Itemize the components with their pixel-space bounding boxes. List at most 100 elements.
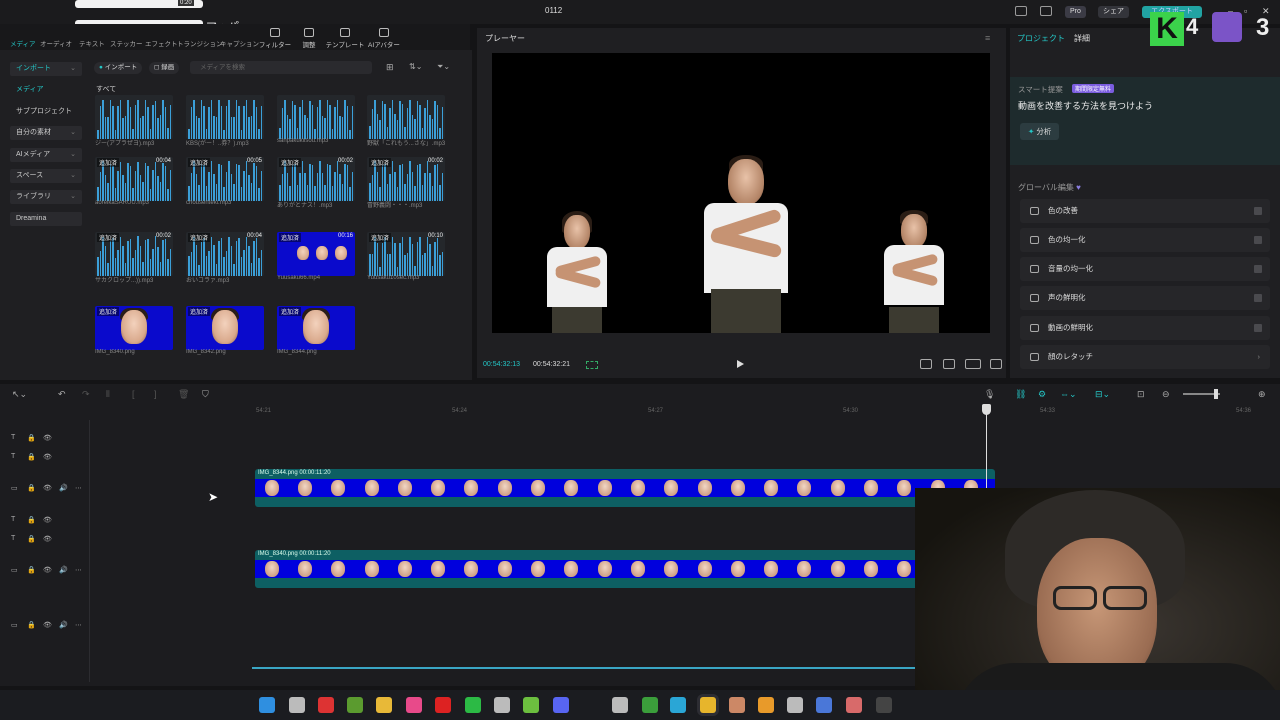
caption-icon[interactable]: ⊡ bbox=[1137, 389, 1145, 400]
nav-caption[interactable]: キャプション bbox=[220, 38, 259, 48]
lock-icon[interactable]: 🔒 bbox=[27, 516, 36, 524]
toggle[interactable] bbox=[1254, 207, 1262, 215]
chrome-alt-icon[interactable] bbox=[318, 697, 334, 713]
media-thumbnail[interactable]: 追加済 00:04 bbox=[186, 232, 264, 276]
track-type-icon[interactable]: ▭ bbox=[11, 566, 18, 574]
playhead-handle[interactable] bbox=[982, 404, 991, 415]
tab-detail[interactable]: 詳細 bbox=[1074, 33, 1090, 44]
option-volume-uniform[interactable]: 音量の均一化 bbox=[1020, 257, 1270, 281]
track-type-icon[interactable]: T bbox=[11, 434, 15, 441]
nav-media[interactable]: メディア bbox=[10, 38, 36, 48]
option-color-uniform[interactable]: 色の均一化 bbox=[1020, 228, 1270, 252]
media-thumbnail[interactable]: 追加済 00:10 bbox=[367, 232, 445, 276]
audio-icon[interactable]: 🔊 bbox=[59, 484, 68, 492]
sidebar-item-subproject[interactable]: サブプロジェクト bbox=[10, 105, 82, 119]
taskview-icon[interactable] bbox=[289, 697, 305, 713]
photo-icon[interactable] bbox=[846, 697, 862, 713]
snap-icon[interactable]: ⇔⌄ bbox=[1060, 389, 1077, 400]
audio-icon[interactable]: 🔊 bbox=[59, 621, 68, 629]
nvidia-icon[interactable] bbox=[347, 697, 363, 713]
more-icon[interactable]: ⋯ bbox=[75, 566, 82, 574]
sidebar-item-library[interactable]: ライブラリ ⌄ bbox=[10, 190, 82, 204]
lock-icon[interactable]: 🔒 bbox=[27, 566, 36, 574]
play-button[interactable] bbox=[737, 360, 744, 368]
grid-view-icon[interactable]: ⊞ bbox=[386, 62, 394, 73]
sidebar-item-import[interactable]: インポート ⌄ bbox=[10, 62, 82, 76]
trim-left-icon[interactable]: [ bbox=[132, 389, 135, 399]
track-type-icon[interactable]: ▭ bbox=[11, 621, 18, 629]
nav-text[interactable]: テキスト bbox=[79, 38, 105, 48]
chess-icon[interactable] bbox=[612, 697, 628, 713]
preview-axis-icon[interactable]: ⊟⌄ bbox=[1095, 389, 1110, 400]
analyze-button[interactable]: ✦ 分析 bbox=[1020, 123, 1060, 140]
media-thumbnail[interactable]: 追加済 bbox=[277, 306, 355, 350]
track-type-icon[interactable]: T bbox=[11, 535, 15, 542]
shield-icon[interactable]: ⛉ bbox=[202, 389, 209, 400]
image-clip-top[interactable]: IMG_8344.png 00:00:11:20 bbox=[255, 469, 995, 507]
layout-icon[interactable] bbox=[1015, 6, 1027, 16]
discord-icon[interactable] bbox=[553, 697, 569, 713]
filter-dropdown-icon[interactable]: ⏷⌄ bbox=[437, 62, 450, 72]
media-thumbnail[interactable]: 追加済 00:16 bbox=[277, 232, 355, 276]
sidebar-item-ai-media[interactable]: AIメディア ⌄ bbox=[10, 148, 82, 162]
media-thumbnail[interactable]: 追加済 bbox=[186, 306, 264, 350]
media-thumbnail[interactable] bbox=[95, 95, 173, 139]
pro-badge[interactable]: Pro bbox=[1065, 6, 1086, 18]
track-type-icon[interactable]: ▭ bbox=[11, 484, 18, 492]
option-voice-clarify[interactable]: 声の鮮明化 bbox=[1020, 286, 1270, 310]
line-icon[interactable] bbox=[465, 697, 481, 713]
nav-adjust[interactable]: 調整 bbox=[289, 28, 329, 49]
track-type-icon[interactable]: T bbox=[11, 516, 15, 523]
nav-effect[interactable]: エフェクト bbox=[145, 38, 178, 48]
nav-transition[interactable]: トランジション bbox=[177, 38, 223, 48]
eye-icon[interactable]: 👁 bbox=[43, 434, 52, 442]
media-thumbnail[interactable]: 追加済 00:02 bbox=[367, 157, 445, 201]
more-icon[interactable]: ⋯ bbox=[75, 621, 82, 629]
lock-icon[interactable]: 🔒 bbox=[27, 535, 36, 543]
record-chip[interactable]: ◻ 録画 bbox=[149, 62, 180, 74]
edge-icon[interactable] bbox=[670, 697, 686, 713]
timeline-grid-icon[interactable] bbox=[586, 361, 598, 369]
eye-icon[interactable]: 👁 bbox=[43, 566, 52, 574]
undo-icon[interactable]: ↶ bbox=[58, 389, 66, 400]
zoom-out-icon[interactable]: ⊖ bbox=[1162, 389, 1170, 400]
ratio-icon[interactable] bbox=[920, 359, 932, 369]
media-thumbnail[interactable]: 追加済 00:02 bbox=[277, 157, 355, 201]
media-thumbnail[interactable] bbox=[367, 95, 445, 139]
bitcoin-icon[interactable] bbox=[758, 697, 774, 713]
magnet-icon[interactable]: ⚙ bbox=[1038, 389, 1046, 400]
trim-right-icon[interactable]: ] bbox=[154, 389, 157, 399]
timeline-scrollbar[interactable] bbox=[252, 667, 952, 669]
option-video-clarify[interactable]: 動画の鮮明化 bbox=[1020, 316, 1270, 340]
eye-icon[interactable]: 👁 bbox=[43, 535, 52, 543]
media-thumbnail[interactable]: 追加済 00:02 bbox=[95, 232, 173, 276]
eye-icon[interactable]: 👁 bbox=[43, 453, 52, 461]
lock-icon[interactable]: 🔒 bbox=[27, 453, 36, 461]
toggle[interactable] bbox=[1254, 265, 1262, 273]
media-thumbnail[interactable]: 追加済 00:04 bbox=[95, 157, 173, 201]
crop-icon[interactable] bbox=[943, 359, 955, 369]
eye-icon[interactable]: 👁 bbox=[43, 516, 52, 524]
eye-icon[interactable]: 👁 bbox=[43, 484, 52, 492]
nav-sticker[interactable]: ステッカー bbox=[110, 38, 143, 48]
player-menu-icon[interactable]: ≡ bbox=[985, 33, 990, 43]
sidebar-item-my-assets[interactable]: 自分の素材 ⌄ bbox=[10, 126, 82, 140]
lock-icon[interactable]: 🔒 bbox=[27, 621, 36, 629]
bot-icon[interactable] bbox=[494, 697, 510, 713]
chrome-icon[interactable] bbox=[700, 697, 716, 713]
track-type-icon[interactable]: T bbox=[11, 453, 15, 460]
option-face-retouch[interactable]: 顔のレタッチ › bbox=[1020, 345, 1270, 369]
nav-audio[interactable]: オーディオ bbox=[40, 38, 72, 48]
media-thumbnail[interactable]: 追加済 00:05 bbox=[186, 157, 264, 201]
more-icon[interactable]: ⋯ bbox=[75, 484, 82, 492]
tab-project[interactable]: プロジェクト bbox=[1017, 33, 1065, 44]
zoom-in-icon[interactable]: ⊕ bbox=[1258, 389, 1266, 400]
sidebar-item-space[interactable]: スペース ⌄ bbox=[10, 169, 82, 183]
lips-icon[interactable] bbox=[406, 697, 422, 713]
toggle[interactable] bbox=[1254, 236, 1262, 244]
delete-icon[interactable]: 🗑 bbox=[178, 389, 189, 400]
record-icon[interactable] bbox=[435, 697, 451, 713]
quality-icon[interactable] bbox=[965, 359, 981, 369]
xbox-icon[interactable] bbox=[642, 697, 658, 713]
zoom-slider-knob[interactable] bbox=[1214, 389, 1218, 399]
